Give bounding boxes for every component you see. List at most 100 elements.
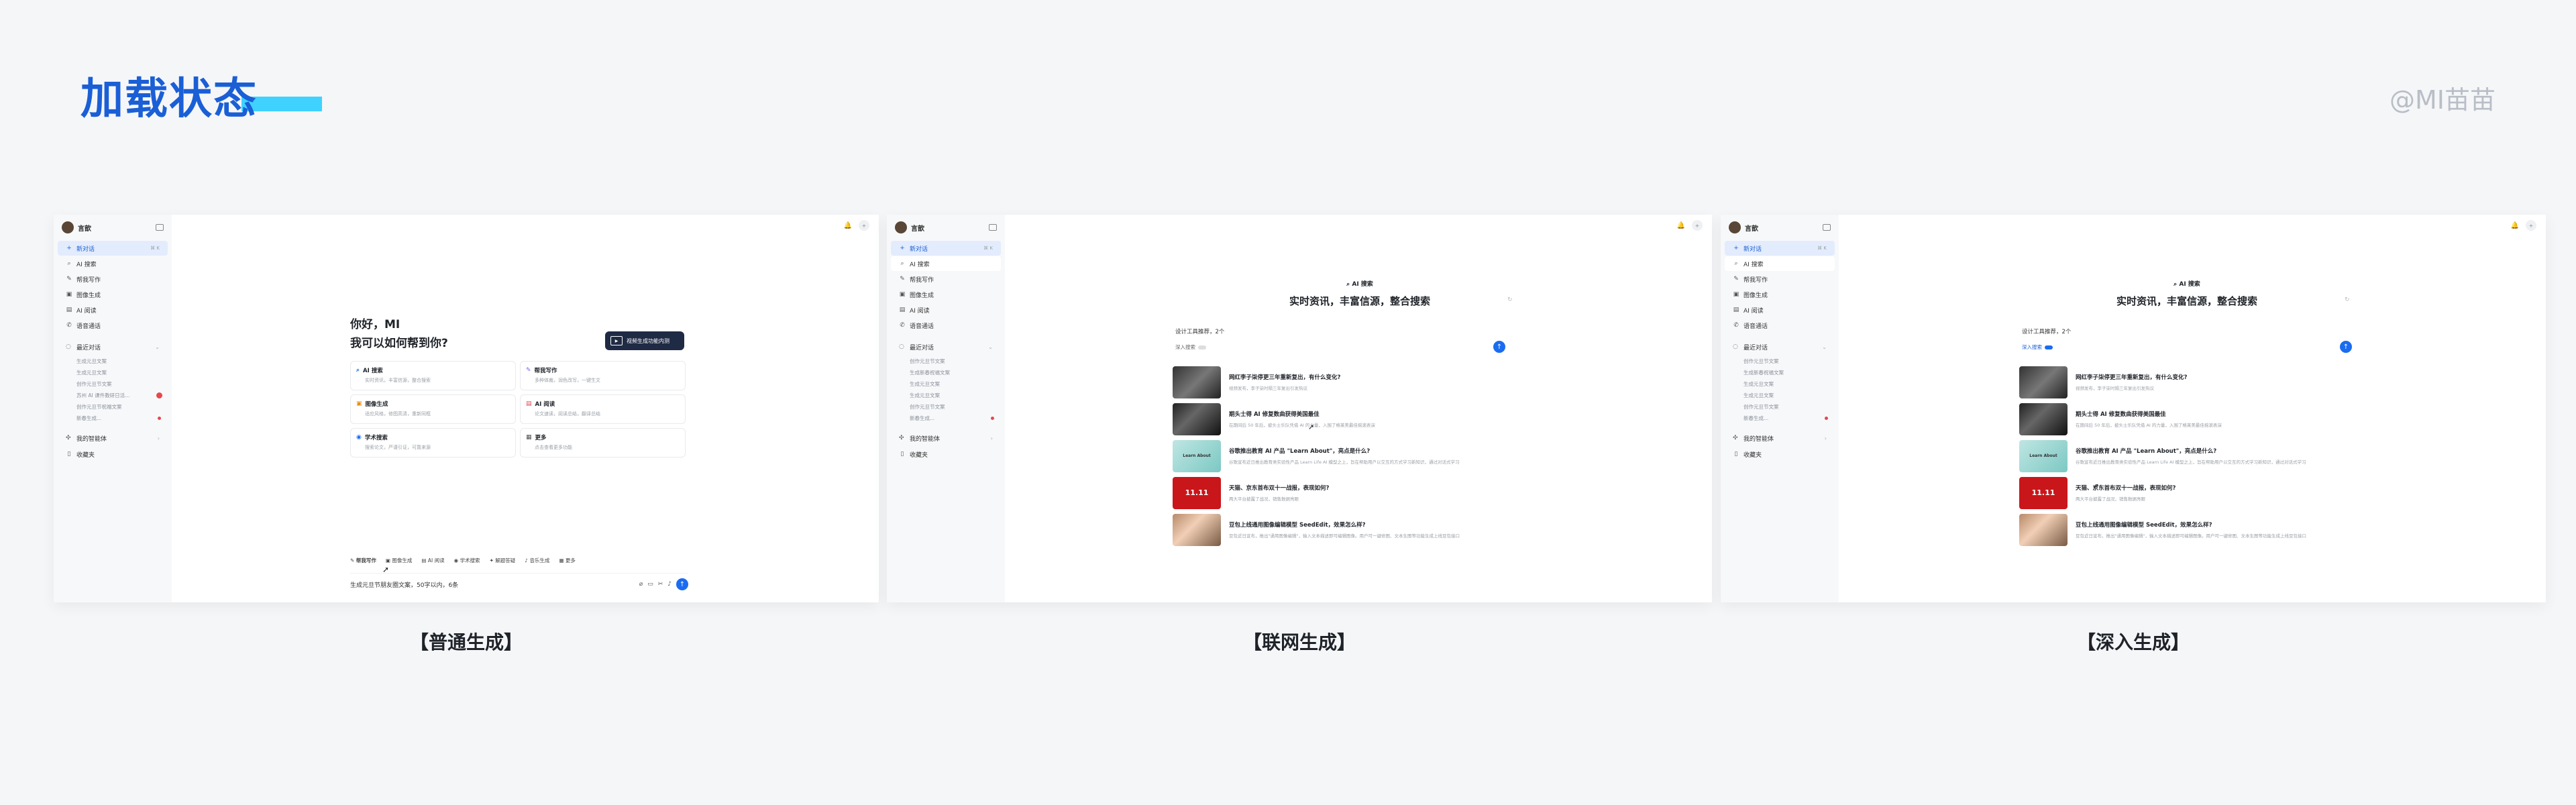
caption-deep: 【深入生成】: [2076, 631, 2190, 653]
news-item[interactable]: 期头士得 AI 修复数曲获得美国最佳 在期间后 50 年后，披头士乐队凭借 AI …: [1173, 400, 1521, 437]
recent-section[interactable]: ◌ 最近对话 ⌄: [1725, 339, 1835, 354]
pen-icon: ✎: [1733, 276, 1739, 282]
greeting-line-1: 你好，MI: [350, 318, 400, 331]
sidebar-item[interactable]: ⌕ AI 搜索: [891, 256, 1001, 271]
video-generation-button[interactable]: ▶ 视频生成功能内测: [605, 331, 684, 350]
news-item[interactable]: 11.11 天猫、京东首布双十一战报，表现如何? 两大平台披露了战况，销售数据亮眼: [1173, 474, 1521, 511]
sidebar-item-image[interactable]: ▣ 图像生成: [58, 287, 168, 302]
toolbar-item[interactable]: ✎ 帮我写作: [350, 557, 376, 564]
feature-card[interactable]: ▤ AI 阅读 论文速读，阅读总结，翻译总结: [520, 394, 686, 424]
avatar[interactable]: [1729, 221, 1741, 233]
toolbar-item[interactable]: ✦ 解题答疑: [490, 557, 516, 564]
bell-icon[interactable]: 🔔: [2511, 222, 2519, 229]
agents-section[interactable]: ✣ 我的智能体 ›: [891, 431, 1001, 445]
sidebar-item-new-chat[interactable]: + 新对话 ⌘ K: [891, 241, 1001, 256]
feature-card[interactable]: ⌕ AI 搜索 实时资讯，丰富信源，整合搜索: [350, 361, 516, 390]
recent-item[interactable]: 创作元旦节文案: [1721, 356, 1839, 367]
recent-item[interactable]: 生成元旦文案: [1721, 378, 1839, 390]
feature-card[interactable]: ◉ 学术搜索 搜索论文，严谨引证，可靠来源: [350, 428, 516, 458]
recent-item[interactable]: 苏州 AI 课件教研日活...: [54, 390, 172, 401]
recent-item[interactable]: 新春生成...: [887, 413, 1005, 424]
deep-search-toggle[interactable]: 深入搜索: [2022, 343, 2053, 351]
collapse-sidebar-icon[interactable]: [989, 224, 997, 231]
avatar[interactable]: [62, 221, 74, 233]
avatar[interactable]: [895, 221, 907, 233]
add-icon[interactable]: +: [2526, 220, 2536, 231]
collapse-sidebar-icon[interactable]: [156, 224, 164, 231]
toolbar-item[interactable]: ▤ AI 阅读: [421, 557, 444, 564]
send-button[interactable]: ↑: [2340, 341, 2352, 353]
news-item[interactable]: 网红李子柒停更三年重新复出，有什么变化? 视频发布，李子柒时隔三年复出引发热议: [2019, 364, 2368, 400]
news-item[interactable]: Learn About 谷歌推出教育 AI 产品 "Learn About"，亮点…: [1173, 437, 1521, 474]
sidebar-item-new-chat[interactable]: + 新对话 ⌘ K: [1725, 241, 1835, 256]
news-item[interactable]: 期头士得 AI 修复数曲获得美国最佳 在期间后 50 年后，披头士乐队凭借 AI …: [2019, 400, 2368, 437]
sidebar-item-writing[interactable]: ✎ 帮我写作: [58, 272, 168, 286]
sidebar-item[interactable]: ✆ 语音通话: [1725, 318, 1835, 333]
refresh-icon[interactable]: ↻: [2345, 297, 2350, 303]
send-button[interactable]: ↑: [676, 578, 688, 590]
recent-item[interactable]: 生成元旦文案: [887, 378, 1005, 390]
recent-section[interactable]: ◌ 最近对话 ⌄: [58, 339, 168, 354]
recent-item[interactable]: 生成元旦文案: [54, 356, 172, 367]
news-item[interactable]: 豆包上线通用图像编辑模型 SeedEdit，效果怎么样? 豆包近日宣布，推出"通用…: [2019, 511, 2368, 548]
search-input[interactable]: 设计工具推荐，2个 深入搜索 ↑: [2019, 325, 2355, 354]
chat-input[interactable]: 生成元旦节朋友圈文案，50字以内，6条 ⌀ ▭ ✂ ♪ ↑: [350, 573, 688, 595]
recent-item[interactable]: 创作元旦节文案: [1721, 401, 1839, 413]
sidebar-item-new-chat[interactable]: + 新对话 ⌘ K: [58, 241, 168, 256]
recent-item[interactable]: 生成新春祝福文案: [1721, 367, 1839, 378]
mic-icon[interactable]: ♪: [667, 581, 672, 588]
bookmark-icon: ▯: [1734, 451, 1738, 458]
recent-item[interactable]: 创作元旦节祝福文案: [54, 401, 172, 413]
screenshot-icon[interactable]: ▭: [647, 581, 653, 588]
agents-section[interactable]: ✣ 我的智能体 ›: [1725, 431, 1835, 445]
sidebar-item-favorites[interactable]: ▯ 收藏夹: [1725, 447, 1835, 462]
news-item[interactable]: 网红李子柒停更三年重新复出，有什么变化? 视频发布，李子柒时隔三年复出引发热议: [1173, 364, 1521, 400]
news-item[interactable]: Learn About 谷歌推出教育 AI 产品 "Learn About"，亮点…: [2019, 437, 2368, 474]
phone-icon: ✆: [1733, 322, 1739, 329]
sidebar-item[interactable]: ✆ 语音通话: [891, 318, 1001, 333]
recent-item[interactable]: 新春生成...: [54, 413, 172, 424]
pen-icon: ✎: [526, 367, 531, 374]
unread-dot: [158, 417, 161, 420]
feature-card[interactable]: ▦ 更多 点击查看更多功能: [520, 428, 686, 458]
sidebar-item-favorites[interactable]: ▯ 收藏夹: [891, 447, 1001, 462]
add-icon[interactable]: +: [1692, 220, 1703, 231]
recent-section[interactable]: ◌ 最近对话 ⌄: [891, 339, 1001, 354]
feature-card[interactable]: ▣ 图像生成 适应风格，修图高清，重新同框: [350, 394, 516, 424]
send-button[interactable]: ↑: [1493, 341, 1505, 353]
sidebar: 言歆 + 新对话 ⌘ K ⌕ AI 搜索 ✎ 帮我写作 ▣ 图像生成 ▤ AI 阅读 ✆ 语音通话 ◌ 最近…: [887, 215, 1005, 602]
deep-search-toggle[interactable]: 深入搜索: [1175, 343, 1206, 351]
recent-item[interactable]: 创作元旦节文案: [887, 356, 1005, 367]
feature-card[interactable]: ✎ 帮我写作 多种体裁，润色改写，一键生文: [520, 361, 686, 390]
bell-icon[interactable]: 🔔: [844, 222, 852, 229]
recent-item[interactable]: 创作元旦节文案: [887, 401, 1005, 413]
collapse-sidebar-icon[interactable]: [1823, 224, 1831, 231]
sidebar-item[interactable]: ⌕ AI 搜索: [1725, 256, 1835, 271]
scissors-icon[interactable]: ✂: [658, 581, 663, 588]
news-item[interactable]: 11.11 天猫、京东首布双十一战报，表现如何? 两大平台披露了战况，销售数据亮眼: [2019, 474, 2368, 511]
attach-icon[interactable]: ⌀: [639, 581, 643, 588]
study-icon: ◉: [356, 434, 362, 441]
toolbar-item[interactable]: ▦ 更多: [559, 557, 575, 564]
refresh-icon[interactable]: ↻: [1507, 297, 1513, 303]
recent-item[interactable]: 创作元旦节文案: [54, 378, 172, 390]
recent-item[interactable]: 生成元旦文案: [887, 390, 1005, 401]
toolbar-item[interactable]: ◉ 学术搜索: [454, 557, 480, 564]
recent-item[interactable]: 生成元旦文案: [54, 367, 172, 378]
toolbar-item[interactable]: ▣ 图像生成: [386, 557, 412, 564]
search-input[interactable]: 设计工具推荐，2个 深入搜索 ↑: [1173, 325, 1508, 354]
recent-item[interactable]: 生成新春祝福文案: [887, 367, 1005, 378]
sidebar-item-favorites[interactable]: ▯ 收藏夹: [58, 447, 168, 462]
agents-section[interactable]: ✣ 我的智能体 ›: [58, 431, 168, 445]
phone-icon: ✆: [900, 322, 905, 329]
bell-icon[interactable]: 🔔: [1677, 222, 1685, 229]
add-icon[interactable]: +: [859, 220, 869, 231]
news-item[interactable]: 豆包上线通用图像编辑模型 SeedEdit，效果怎么样? 豆包近日宣布，推出"通用…: [1173, 511, 1521, 548]
toolbar-item[interactable]: ♪ 音乐生成: [525, 557, 549, 564]
recent-item[interactable]: 新春生成...: [1721, 413, 1839, 424]
sidebar-item-voice[interactable]: ✆ 语音通话: [58, 318, 168, 333]
sidebar-item-ai-search[interactable]: ⌕ AI 搜索: [58, 256, 168, 271]
sidebar-item-read[interactable]: ▤ AI 阅读: [58, 303, 168, 317]
recent-item[interactable]: 生成元旦文案: [1721, 390, 1839, 401]
panel-normal-generation: 言歆 + 新对话 ⌘ K ⌕ AI 搜索 ✎ 帮我写作 ▣ 图像生成 ▤ AI 阅读 ✆ 语音…: [54, 215, 879, 602]
